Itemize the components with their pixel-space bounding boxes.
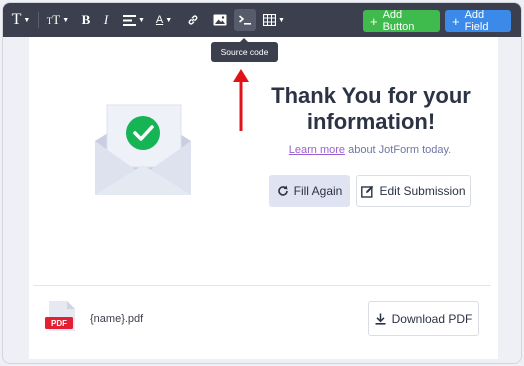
- tooltip-text: Source code: [220, 47, 269, 57]
- source-code-tooltip: Source code: [211, 38, 278, 62]
- bold-icon: B: [81, 12, 91, 27]
- add-field-button[interactable]: + Add Field: [445, 9, 511, 33]
- align-dropdown[interactable]: ▼: [122, 3, 146, 37]
- heading-line-2: information!: [306, 109, 436, 134]
- edit-submission-button[interactable]: Edit Submission: [356, 175, 471, 207]
- source-code-icon: [238, 15, 251, 25]
- table-dropdown[interactable]: ▼: [262, 3, 286, 37]
- rich-text-toolbar: T ▼ TT ▼ B I ▼ A ▼ ▼ + Add Button + Add …: [3, 3, 521, 37]
- table-icon: [263, 14, 277, 26]
- pdf-badge-label: PDF: [51, 319, 67, 328]
- source-code-button[interactable]: [234, 9, 256, 31]
- font-color-dropdown[interactable]: A ▼: [153, 3, 175, 37]
- heading-line-1: Thank You for your: [271, 83, 471, 108]
- text-size-icon: TT: [46, 12, 61, 27]
- envelope-check-illustration: [95, 104, 191, 195]
- download-pdf-button[interactable]: Download PDF: [368, 301, 479, 336]
- pdf-filename: {name}.pdf: [90, 313, 144, 325]
- download-pdf-label: Download PDF: [391, 311, 473, 326]
- download-icon: [375, 313, 386, 325]
- link-button[interactable]: [185, 3, 201, 37]
- form-editor-frame: T ▼ TT ▼ B I ▼ A ▼ ▼ + Add Button + Add …: [2, 2, 522, 364]
- align-icon: [123, 14, 137, 26]
- edit-submission-label: Edit Submission: [379, 184, 466, 198]
- italic-icon: I: [103, 12, 109, 27]
- italic-button[interactable]: I: [100, 3, 112, 37]
- thank-you-heading: Thank You for your information!: [251, 83, 491, 135]
- plus-icon: +: [452, 13, 460, 29]
- fill-again-label: Fill Again: [293, 184, 343, 198]
- image-button[interactable]: [211, 3, 229, 37]
- learn-more-text: Learn more about JotForm today.: [253, 144, 487, 156]
- edit-icon: [361, 185, 374, 198]
- bold-button[interactable]: B: [79, 3, 93, 37]
- learn-more-suffix: about JotForm today.: [345, 144, 452, 156]
- add-field-label: Add Field: [464, 9, 489, 33]
- link-icon: [188, 15, 198, 25]
- text-size-dropdown[interactable]: TT ▼: [44, 3, 72, 37]
- add-button-button[interactable]: + Add Button: [363, 9, 440, 33]
- add-button-label: Add Button: [382, 9, 415, 33]
- image-icon: [213, 14, 227, 26]
- refresh-icon: [277, 185, 288, 196]
- learn-more-link[interactable]: Learn more: [289, 144, 345, 156]
- red-arrow-annotation: [233, 69, 249, 131]
- plus-icon: +: [370, 13, 378, 29]
- text-style-icon: T: [11, 11, 22, 28]
- text-style-dropdown[interactable]: T ▼: [9, 3, 33, 37]
- font-color-icon: A: [155, 13, 164, 26]
- fill-again-button[interactable]: Fill Again: [269, 175, 350, 207]
- section-divider: [33, 285, 491, 286]
